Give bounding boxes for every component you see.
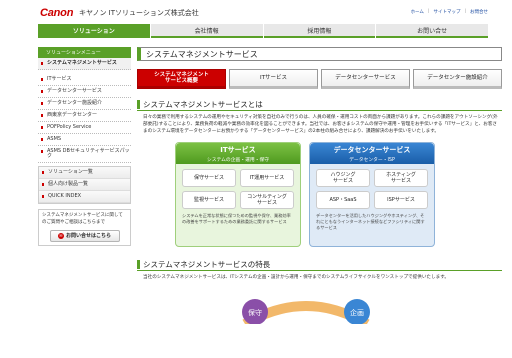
canon-logo[interactable]: Canon	[40, 7, 73, 19]
top-nav: ソリューション 会社情報 採用情報 お問い合せ	[38, 24, 488, 38]
it-service-header: ITサービス システムの企画・運用・保守	[176, 143, 300, 164]
sidebar-item-asms-db[interactable]: ASMS DBセキュリティサービスパック	[38, 146, 131, 163]
sidebar-item-asms[interactable]: ASMS	[38, 134, 131, 146]
contact-button[interactable]: ✉ お問い合せはこちら	[49, 230, 120, 242]
it-service-desc: システムを正常な状態に保つための監視や保守、業務効率の改善をサポートするための業…	[182, 213, 291, 224]
util-link-home[interactable]: ホーム	[411, 9, 424, 15]
tab-it-service[interactable]: ITサービス	[229, 69, 318, 89]
tab-datacenter-facility[interactable]: データセンター施設紹介	[413, 69, 502, 89]
dc-service-panel: データセンターサービス データセンター・ISP ハウジング サービス ホスティン…	[309, 142, 435, 247]
sidebar: ソリューションメニュー システムマネジメントサービス ITサービス データセンタ…	[38, 47, 131, 246]
company-name: キヤノン ITソリューションズ株式会社	[79, 9, 199, 17]
tab-datacenter-service[interactable]: データセンターサービス	[321, 69, 410, 89]
contact-box-text: システムマネジメントサービスに関してのご質問やご相談はこちらまで	[42, 213, 123, 225]
main-content: システムマネジメントサービス システムマネジメント サービス概要 ITサービス …	[137, 47, 502, 324]
sidebar-link-group: ソリューション一覧 個人向け製品一覧 QUICK INDEX	[38, 166, 131, 204]
section-body-features: 当社のシステムマネジメントサービスは、ITシステムの企画・設計から運用・保守まで…	[143, 275, 449, 280]
box-hosting: ホスティング サービス	[374, 169, 428, 187]
page-title: システムマネジメントサービス	[137, 47, 502, 61]
topnav-recruit[interactable]: 採用情報	[263, 24, 376, 38]
it-service-title: ITサービス	[220, 146, 256, 154]
separator: |	[464, 9, 466, 14]
it-service-boxes: 保守サービス IT運用サービス 監視サービス コンサルティング サービス	[176, 164, 300, 209]
sidebar-item-solution-list[interactable]: ソリューション一覧	[39, 167, 130, 179]
it-service-panel: ITサービス システムの企画・運用・保守 保守サービス IT運用サービス 監視サ…	[175, 142, 301, 247]
lifecycle-graphic: 保守 企画	[175, 284, 437, 324]
dc-service-subtitle: データセンター・ISP	[349, 158, 395, 163]
separator: |	[427, 9, 430, 14]
tab-overview[interactable]: システムマネジメント サービス概要	[137, 69, 226, 89]
sidebar-head: ソリューションメニュー	[38, 47, 131, 58]
dc-service-desc: データセンターを活用したハウジングやホスティング、それにともなうインターネット接…	[316, 213, 425, 230]
contact-button-label: お問い合せはこちら	[65, 232, 111, 239]
mail-icon: ✉	[57, 232, 64, 239]
topnav-company[interactable]: 会社情報	[150, 24, 263, 38]
box-housing: ハウジング サービス	[316, 169, 370, 187]
sidebar-item-product-list[interactable]: 個人向け製品一覧	[39, 179, 130, 191]
service-diagram: ITサービス システムの企画・運用・保守 保守サービス IT運用サービス 監視サ…	[175, 142, 437, 247]
box-isp: ISPサービス	[374, 191, 428, 209]
topnav-contact[interactable]: お問い合せ	[376, 24, 488, 38]
dc-service-header: データセンターサービス データセンター・ISP	[310, 143, 434, 164]
sidebar-item-datacenter-service[interactable]: データセンターサービス	[38, 86, 131, 98]
topnav-solution[interactable]: ソリューション	[38, 24, 150, 38]
it-service-subtitle: システムの企画・運用・保守	[206, 158, 270, 163]
section-heading-about: システムマネジメントサービスとは	[137, 98, 502, 111]
section-features: システムマネジメントサービスの特長 当社のシステムマネジメントサービスは、ITシ…	[137, 258, 502, 324]
box-maintenance: 保守サービス	[182, 169, 236, 187]
section-body-about: 日々の業務で利用するシステムの運用やセキュリティ対策を自社のみで行うのは、人員の…	[143, 115, 498, 134]
sidebar-item-quick-index[interactable]: QUICK INDEX	[39, 191, 130, 203]
box-monitoring: 監視サービス	[182, 191, 236, 209]
util-link-sitemap[interactable]: サイトマップ	[433, 9, 460, 15]
section-heading-features: システムマネジメントサービスの特長	[137, 258, 502, 271]
sidebar-item-system-management[interactable]: システムマネジメントサービス	[38, 58, 131, 70]
box-consulting: コンサルティング サービス	[240, 191, 294, 209]
dc-service-boxes: ハウジング サービス ホスティング サービス ASP・SaaS ISPサービス	[310, 164, 434, 209]
sidebar-item-nishitokyo-dc[interactable]: 西東京データセンター	[38, 110, 131, 122]
utility-nav: ホーム | サイトマップ | お問合せ	[411, 9, 488, 15]
cycle-label-maintenance: 保守	[248, 308, 262, 317]
box-it-operation: IT運用サービス	[240, 169, 294, 187]
box-asp-saas: ASP・SaaS	[316, 191, 370, 209]
sidebar-contact-box: システムマネジメントサービスに関してのご質問やご相談はこちらまで ✉ お問い合せ…	[38, 209, 131, 246]
sidebar-item-datacenter-facility[interactable]: データセンター施設紹介	[38, 98, 131, 110]
service-tabs: システムマネジメント サービス概要 ITサービス データセンターサービス データ…	[137, 69, 502, 89]
sidebar-item-pofpolicy[interactable]: POFPolicy Service	[38, 122, 131, 134]
dc-service-title: データセンターサービス	[333, 146, 411, 154]
util-link-contact[interactable]: お問合せ	[470, 9, 488, 15]
cycle-label-planning: 企画	[350, 308, 364, 317]
sidebar-item-it-service[interactable]: ITサービス	[38, 74, 131, 86]
